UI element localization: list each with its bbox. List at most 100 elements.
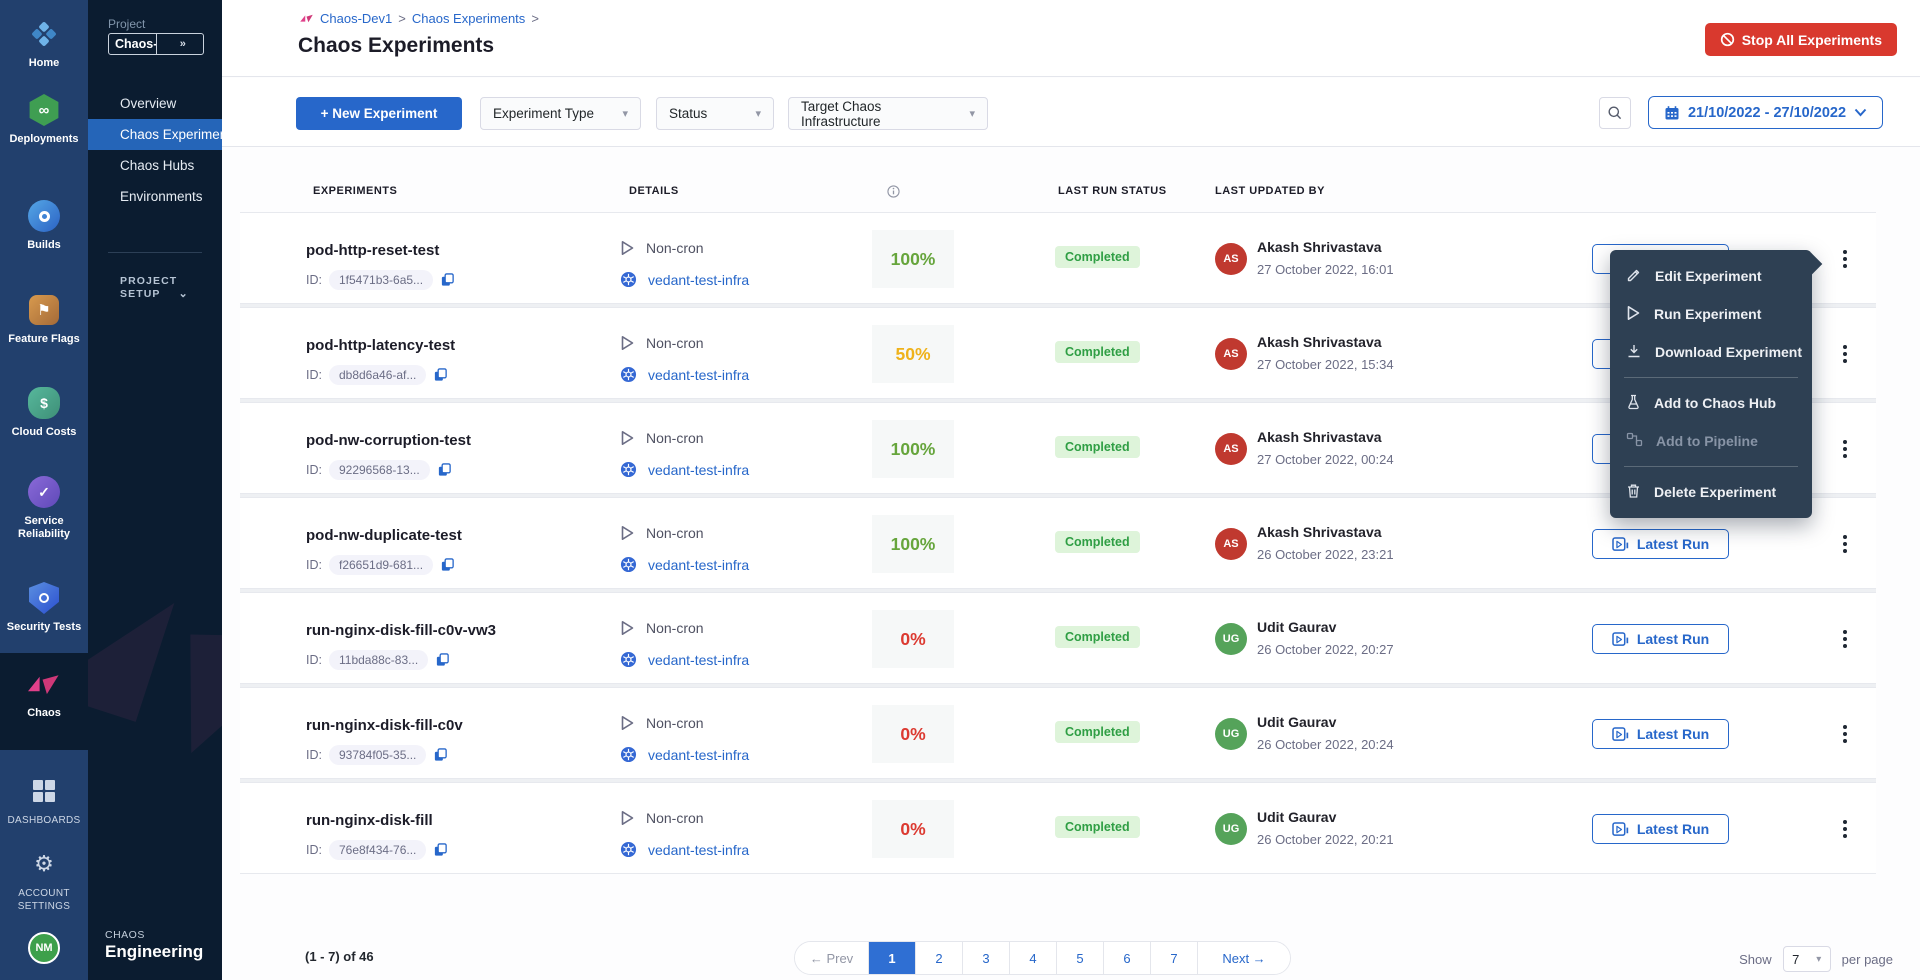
latest-run-button[interactable]: Latest Run (1592, 719, 1729, 749)
infrastructure-link[interactable]: vedant-test-infra (648, 462, 749, 478)
experiment-type: Non-cron (646, 430, 704, 446)
row-context-menu: Edit Experiment Run Experiment Download Ex… (1610, 250, 1812, 518)
infrastructure-link[interactable]: vedant-test-infra (648, 747, 749, 763)
menu-item-delete-experiment[interactable]: Delete Experiment (1610, 473, 1812, 511)
row-menu-button[interactable] (1833, 721, 1857, 747)
page-button-1[interactable]: 1 (869, 942, 916, 974)
service-reliability-icon: ✓ (28, 476, 60, 508)
project-setup-toggle[interactable]: PROJECT SETUP⌄ (120, 275, 222, 300)
sidebar-item-environments[interactable]: Environments (88, 181, 222, 212)
project-name: Chaos-Dev1 (109, 37, 156, 51)
copy-icon[interactable] (433, 367, 448, 383)
experiment-id: 92296568-13... (329, 460, 430, 480)
sidebar-item-chaos-hubs[interactable]: Chaos Hubs (88, 150, 222, 181)
experiment-name[interactable]: pod-http-reset-test (306, 242, 439, 259)
experiment-type: Non-cron (646, 715, 704, 731)
page-button-3[interactable]: 3 (963, 942, 1010, 974)
dashboards-label: DASHBOARDS (0, 814, 88, 827)
copy-icon[interactable] (440, 272, 455, 288)
builds-icon (28, 200, 60, 232)
experiment-name[interactable]: pod-nw-corruption-test (306, 432, 471, 449)
row-menu-button[interactable] (1833, 246, 1857, 272)
menu-item-label: Run Experiment (1654, 306, 1761, 322)
menu-item-add-to-chaos-hub[interactable]: Add to Chaos Hub (1610, 384, 1812, 422)
row-menu-button[interactable] (1833, 341, 1857, 367)
filter-status[interactable]: Status▾ (656, 97, 774, 130)
sidebar-item-chaos-experiments[interactable]: Chaos Experiments (88, 119, 222, 150)
chaos-watermark-icon (88, 481, 222, 864)
module-builds[interactable]: Builds (0, 198, 88, 252)
module-cloud-costs[interactable]: $Cloud Costs (0, 385, 88, 439)
module-feature-flags[interactable]: ⚑Feature Flags (0, 292, 88, 346)
copy-icon[interactable] (437, 462, 452, 478)
breadcrumb-project[interactable]: Chaos-Dev1 (320, 11, 392, 26)
project-selector[interactable]: Chaos-Dev1 » (108, 33, 204, 55)
row-menu-button[interactable] (1833, 816, 1857, 842)
copy-icon[interactable] (440, 557, 455, 573)
page-header: Chaos-Dev1> Chaos Experiments> Chaos Exp… (222, 0, 1920, 77)
user-avatar[interactable]: NM (0, 932, 88, 964)
infrastructure-link[interactable]: vedant-test-infra (648, 367, 749, 383)
infrastructure-link[interactable]: vedant-test-infra (648, 557, 749, 573)
module-chaos[interactable]: Chaos (0, 666, 88, 720)
latest-run-button[interactable]: Latest Run (1592, 624, 1729, 654)
copy-icon[interactable] (433, 747, 448, 763)
col-details: DETAILS (629, 185, 679, 197)
module-service-reliability[interactable]: ✓ServiceReliability (0, 474, 88, 541)
experiment-name[interactable]: run-nginx-disk-fill-c0v (306, 717, 463, 734)
next-page-button[interactable]: Next → (1198, 942, 1290, 974)
infrastructure-link[interactable]: vedant-test-infra (648, 842, 749, 858)
row-menu-button[interactable] (1833, 531, 1857, 557)
edit-icon (1626, 267, 1642, 286)
page-button-6[interactable]: 6 (1104, 942, 1151, 974)
kebab-icon (1843, 257, 1847, 261)
play-icon (620, 620, 635, 636)
expand-sidebar-icon[interactable]: » (156, 34, 204, 54)
page-size-value: 7 (1792, 952, 1799, 967)
date-range-picker[interactable]: 21/10/2022 - 27/10/2022 (1648, 96, 1883, 129)
module-home[interactable]: Home (0, 16, 88, 70)
kebab-icon (1843, 447, 1847, 451)
sidebar-item-dashboards[interactable]: DASHBOARDS (0, 773, 88, 827)
module-security-tests[interactable]: Security Tests (0, 580, 88, 634)
stop-all-experiments-button[interactable]: Stop All Experiments (1705, 23, 1897, 56)
page-button-7[interactable]: 7 (1151, 942, 1198, 974)
prev-page-button[interactable]: ← Prev (795, 942, 869, 974)
latest-run-button[interactable]: Latest Run (1592, 529, 1729, 559)
menu-item-run-experiment[interactable]: Run Experiment (1610, 295, 1812, 333)
info-icon[interactable] (887, 185, 900, 198)
copy-icon[interactable] (435, 652, 450, 668)
infrastructure-link[interactable]: vedant-test-infra (648, 652, 749, 668)
updated-by-date: 26 October 2022, 20:24 (1257, 737, 1394, 752)
latest-run-button[interactable]: Latest Run (1592, 814, 1729, 844)
kubernetes-icon (620, 556, 637, 573)
sidebar-item-account-settings[interactable]: ⚙ ACCOUNTSETTINGS (0, 846, 88, 913)
sidebar-item-overview[interactable]: Overview (88, 88, 222, 119)
module-label: Deployments (0, 133, 88, 146)
page-button-5[interactable]: 5 (1057, 942, 1104, 974)
filter-target-infrastructure[interactable]: Target Chaos Infrastructure▾ (788, 97, 988, 130)
experiment-name[interactable]: pod-nw-duplicate-test (306, 527, 462, 544)
new-experiment-button[interactable]: + New Experiment (296, 97, 462, 130)
menu-item-edit-experiment[interactable]: Edit Experiment (1610, 257, 1812, 295)
infrastructure-link[interactable]: vedant-test-infra (648, 272, 749, 288)
module-rail: Home ∞Deployments Builds ⚑Feature Flags $Clo… (0, 0, 88, 980)
filter-experiment-type[interactable]: Experiment Type▾ (480, 97, 641, 130)
row-menu-button[interactable] (1833, 626, 1857, 652)
search-button[interactable] (1599, 97, 1631, 129)
page-size-select[interactable]: 7▾ (1783, 946, 1831, 972)
copy-icon[interactable] (433, 842, 448, 858)
feature-flags-icon: ⚑ (29, 295, 59, 325)
module-deployments[interactable]: ∞Deployments (0, 92, 88, 146)
row-menu-button[interactable] (1833, 436, 1857, 462)
breadcrumb-page[interactable]: Chaos Experiments (412, 11, 525, 26)
updated-by-name: Udit Gaurav (1257, 619, 1336, 635)
page-button-4[interactable]: 4 (1010, 942, 1057, 974)
experiment-name[interactable]: run-nginx-disk-fill (306, 812, 433, 829)
experiment-name[interactable]: run-nginx-disk-fill-c0v-vw3 (306, 622, 496, 639)
pagination-bar: (1 - 7) of 46 ← Prev1234567Next → Show 7… (240, 938, 1893, 978)
experiment-name[interactable]: pod-http-latency-test (306, 337, 455, 354)
page-button-2[interactable]: 2 (916, 942, 963, 974)
menu-item-download-experiment[interactable]: Download Experiment (1610, 333, 1812, 371)
filter-label: Target Chaos Infrastructure (801, 99, 955, 129)
